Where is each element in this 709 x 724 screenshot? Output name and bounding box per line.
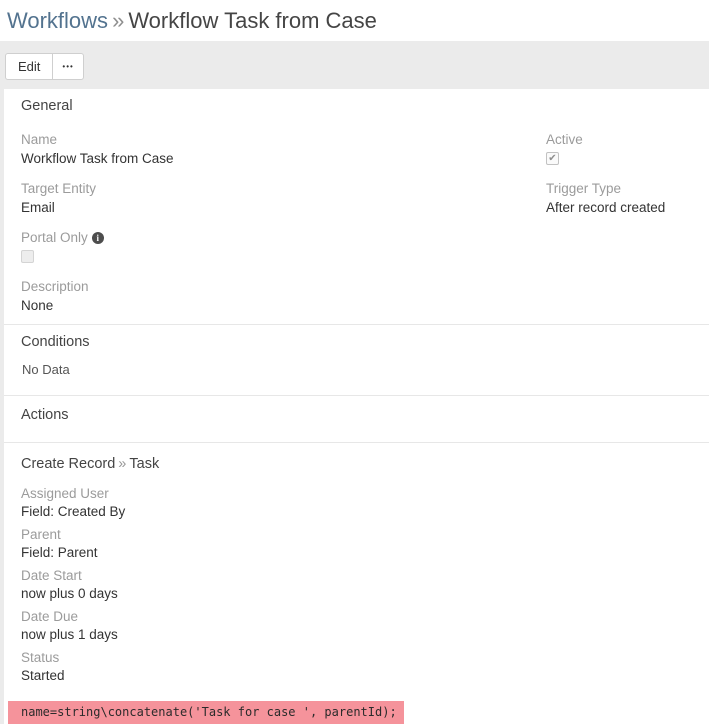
action-type: Create Record (21, 456, 115, 472)
breadcrumb-workflows-link[interactable]: Workflows (7, 8, 108, 33)
parent-label: Parent (21, 526, 701, 544)
action-field-date-due: Date Due now plus 1 days (21, 608, 701, 643)
parent-value: Field: Parent (21, 544, 701, 561)
field-row: Description None (21, 277, 701, 315)
field-active: Active ✔ (546, 130, 701, 168)
panel-heading-actions: Actions (21, 396, 701, 442)
panel-heading-general: General (21, 89, 701, 116)
general-panel-body: Name Workflow Task from Case Active ✔ Ta… (21, 116, 701, 324)
field-row: Name Workflow Task from Case Active ✔ (21, 130, 701, 168)
formula-highlight: name=string\concatenate('Task for case '… (8, 701, 404, 724)
field-target-entity: Target Entity Email (21, 179, 546, 217)
page-title: Workflow Task from Case (128, 8, 377, 33)
date-start-label: Date Start (21, 567, 701, 585)
portal-only-checkbox[interactable] (21, 250, 34, 263)
assigned-user-value: Field: Created By (21, 503, 701, 520)
field-portal-only: Portal Only i (21, 228, 546, 266)
assigned-user-label: Assigned User (21, 485, 701, 503)
edit-button[interactable]: Edit (5, 53, 53, 80)
action-field-assigned-user: Assigned User Field: Created By (21, 485, 701, 520)
field-row: Target Entity Email Trigger Type After r… (21, 179, 701, 217)
field-description: Description None (21, 277, 546, 315)
action-field-status: Status Started (21, 649, 701, 684)
active-checkbox[interactable]: ✔ (546, 152, 559, 165)
action-fields: Assigned User Field: Created By Parent F… (21, 474, 701, 684)
action-field-parent: Parent Field: Parent (21, 526, 701, 561)
target-entity-value: Email (21, 198, 546, 217)
name-value: Workflow Task from Case (21, 149, 546, 168)
status-label: Status (21, 649, 701, 667)
breadcrumb: Workflows»Workflow Task from Case (0, 0, 709, 41)
toolbar: Edit ••• (0, 41, 709, 89)
target-entity-label: Target Entity (21, 179, 546, 198)
breadcrumb-separator: » (108, 8, 128, 33)
portal-only-label: Portal Only i (21, 228, 546, 247)
trigger-type-label: Trigger Type (546, 179, 701, 198)
name-label: Name (21, 130, 546, 149)
panel-heading-conditions: Conditions (21, 325, 701, 352)
conditions-panel-body: No Data (21, 352, 701, 395)
action-field-date-start: Date Start now plus 0 days (21, 567, 701, 602)
date-start-value: now plus 0 days (21, 585, 701, 602)
field-trigger-type: Trigger Type After record created (546, 179, 701, 217)
field-name: Name Workflow Task from Case (21, 130, 546, 168)
toolbar-button-group: Edit ••• (5, 53, 84, 80)
record-detail: General Name Workflow Task from Case Act… (0, 89, 709, 724)
date-due-value: now plus 1 days (21, 626, 701, 643)
action-create-record: Create Record»Task Assigned User Field: … (21, 443, 701, 724)
info-icon[interactable]: i (92, 232, 104, 244)
trigger-type-value: After record created (546, 198, 701, 217)
description-label: Description (21, 277, 546, 296)
action-title: Create Record»Task (21, 454, 701, 474)
date-due-label: Date Due (21, 608, 701, 626)
more-actions-button[interactable]: ••• (52, 53, 83, 80)
status-value: Started (21, 667, 701, 684)
active-label: Active (546, 130, 701, 149)
description-value: None (21, 296, 546, 315)
action-title-separator: » (115, 456, 129, 472)
conditions-empty-text: No Data (22, 362, 701, 377)
action-entity: Task (129, 456, 159, 472)
portal-only-label-text: Portal Only (21, 230, 88, 245)
field-row: Portal Only i (21, 228, 701, 266)
